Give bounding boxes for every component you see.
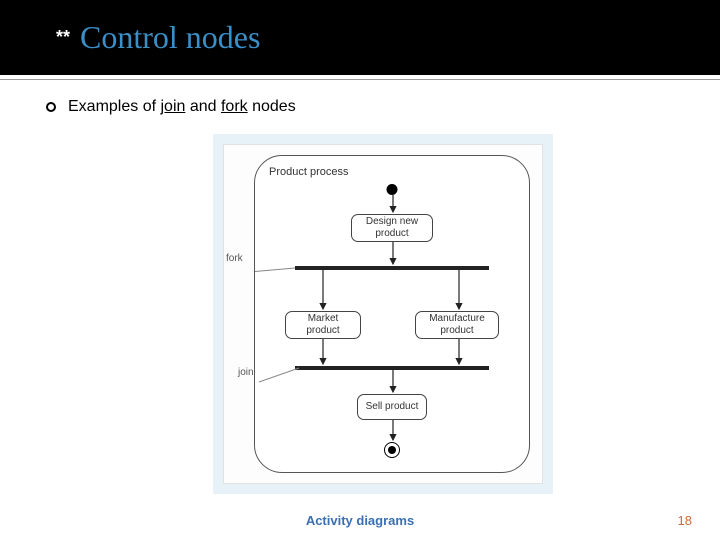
slide-body: Examples of join and fork nodes fork joi… [0, 80, 720, 494]
figure-container: fork join Product process Design new pro… [213, 134, 553, 494]
bullet-icon [46, 102, 56, 112]
figure-inner: fork join Product process Design new pro… [223, 144, 543, 484]
activity-market-label: Market product [292, 313, 354, 337]
activity-market: Market product [285, 311, 361, 339]
note-fork-label: fork [226, 253, 243, 264]
bullet-mid: and [185, 98, 221, 115]
bullet-word-fork: fork [221, 98, 248, 115]
bullet-pre: Examples of [68, 98, 160, 115]
final-node-icon [384, 442, 400, 458]
note-join-label: join [238, 367, 254, 378]
activity-frame: Product process Design new product Marke… [254, 155, 530, 473]
footer: Activity diagrams [0, 513, 720, 528]
initial-node-icon [387, 184, 398, 195]
join-bar [295, 366, 489, 370]
activity-design-label: Design new product [358, 216, 426, 240]
bullet-text: Examples of join and fork nodes [68, 98, 296, 116]
activity-manufacture-label: Manufacture product [422, 313, 492, 337]
slide-header: ** Control nodes [0, 0, 720, 75]
frame-title: Product process [269, 166, 348, 178]
header-prefix: ** [56, 27, 70, 48]
bullet-word-join: join [160, 98, 185, 115]
footer-caption: Activity diagrams [306, 513, 414, 528]
bullet-post: nodes [248, 98, 296, 115]
bullet-item: Examples of join and fork nodes [46, 98, 720, 116]
page-number: 18 [678, 513, 692, 528]
activity-manufacture: Manufacture product [415, 311, 499, 339]
slide-title: Control nodes [80, 19, 260, 56]
final-node-inner [388, 446, 396, 454]
activity-design: Design new product [351, 214, 433, 242]
fork-bar [295, 266, 489, 270]
activity-sell: Sell product [357, 394, 427, 420]
activity-sell-label: Sell product [366, 401, 419, 413]
